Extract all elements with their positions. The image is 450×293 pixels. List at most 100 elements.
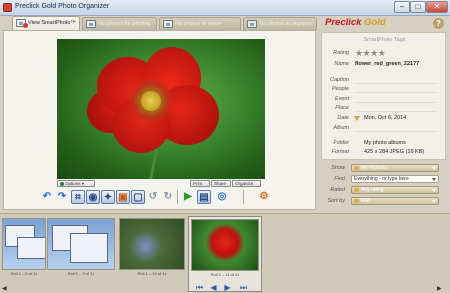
- sort-row: Sort by Roll: [321, 197, 446, 206]
- main-photo[interactable]: [57, 39, 265, 179]
- find-input[interactable]: Everything - or type here: [351, 175, 439, 183]
- rating-row: Rating ★★★★: [322, 49, 447, 58]
- thumbnail[interactable]: Roll 1 – 8 of 11: [2, 218, 46, 278]
- filter-panel: Show My Pictures Find Everything - or ty…: [321, 164, 446, 210]
- folder-value: My photo albums: [364, 140, 406, 146]
- window-title: Preclick Gold Photo Organizer: [15, 3, 110, 10]
- brand-logo: Preclick Gold: [325, 17, 386, 28]
- scroll-right-icon[interactable]: ▶: [437, 286, 444, 293]
- flower-center: [129, 79, 173, 123]
- place-field[interactable]: [354, 111, 437, 112]
- thumbnail-caption: Roll 1 – 10 of 11: [137, 271, 167, 276]
- tab-label: No photos for printing: [98, 21, 151, 27]
- caption-label: Caption: [330, 77, 349, 83]
- settings-icon[interactable]: ⚙: [257, 190, 271, 204]
- frame-icon[interactable]: ▢: [131, 190, 145, 204]
- tab-label: View SmartPhoto™: [28, 20, 76, 26]
- tab-share[interactable]: No photos to share: [159, 17, 241, 30]
- album-label: Album: [333, 125, 349, 131]
- album-field[interactable]: [354, 131, 437, 132]
- people-field[interactable]: [354, 92, 437, 93]
- toolbar-divider: [177, 190, 178, 204]
- slideshow-icon[interactable]: ▤: [197, 190, 211, 204]
- thumbnail[interactable]: Roll 1 – 9 of 11: [47, 218, 115, 278]
- date-value[interactable]: Mon, Oct 6, 2014: [364, 114, 406, 123]
- format-value: 425 x 284 JPEG (16 KB): [364, 149, 425, 155]
- options-button[interactable]: Options ▾: [57, 180, 95, 187]
- flower-stem: [148, 149, 159, 179]
- next-photo-icon[interactable]: ▶: [223, 283, 232, 292]
- scroll-left-icon[interactable]: ◀: [2, 286, 9, 293]
- show-select[interactable]: My Pictures: [351, 164, 439, 172]
- show-label: Show: [331, 165, 345, 171]
- rated-row: Rated Any rating: [321, 186, 446, 195]
- folder-label: Folder: [333, 140, 349, 146]
- print-button[interactable]: Print: [190, 180, 210, 187]
- rotate-left-icon[interactable]: ↶: [40, 190, 54, 204]
- close-button[interactable]: ✕: [426, 1, 448, 13]
- thumbnail[interactable]: Roll 1 – 10 of 11: [119, 218, 185, 278]
- thumbnail-caption: Roll 1 – 9 of 11: [67, 271, 95, 276]
- last-photo-icon[interactable]: ⏭: [239, 283, 248, 292]
- photo-view-icon: [16, 19, 28, 28]
- thumbnail-caption: Roll 1 – 8 of 11: [10, 271, 38, 276]
- tab-label: No photos to share: [175, 21, 222, 27]
- play-icon[interactable]: ▶: [181, 190, 195, 204]
- red-eye-icon[interactable]: ◉: [86, 190, 100, 204]
- sort-label: Sort by: [327, 198, 345, 204]
- date-row: Date Mon, Oct 6, 2014: [322, 114, 447, 123]
- event-label: Event: [334, 96, 349, 102]
- redo-icon[interactable]: ↻: [161, 190, 175, 204]
- title-bar: Preclick Gold Photo Organizer – □ ✕: [0, 0, 450, 16]
- tab-organize[interactable]: No photos to organize: [243, 17, 317, 30]
- caption-field[interactable]: [354, 83, 437, 84]
- previous-photo-icon[interactable]: ◀: [209, 283, 218, 292]
- name-label: Name: [334, 61, 349, 67]
- photo-viewer: Options ▾ Print Share Organize: [3, 30, 316, 210]
- organize-button[interactable]: Organize: [232, 180, 261, 187]
- filmstrip: Roll 1 – 8 of 11 Roll 1 – 9 of 11 Roll 1…: [0, 213, 450, 293]
- undo-icon[interactable]: ↺: [146, 190, 160, 204]
- share-button[interactable]: Share: [211, 180, 231, 187]
- tab-printing[interactable]: No photos for printing: [82, 17, 157, 30]
- panel-title: SmartPhoto Tags: [363, 37, 406, 43]
- star-icon: [354, 188, 359, 192]
- people-row: People: [322, 85, 447, 94]
- maximize-button[interactable]: □: [410, 1, 426, 13]
- crop-icon[interactable]: ⌗: [71, 190, 85, 204]
- rotate-right-icon[interactable]: ↷: [55, 190, 69, 204]
- format-row: Format 425 x 284 JPEG (16 KB): [322, 148, 447, 157]
- tab-bar: View SmartPhoto™ No photos for printing …: [0, 16, 320, 30]
- minimize-button[interactable]: –: [394, 1, 410, 13]
- name-value[interactable]: flower_red_green_22177: [355, 60, 419, 69]
- color-icon[interactable]: ▣: [116, 190, 130, 204]
- show-row: Show My Pictures: [321, 164, 446, 173]
- first-photo-icon[interactable]: ⏮: [195, 283, 204, 292]
- date-label: Date: [337, 115, 349, 121]
- event-field[interactable]: [354, 102, 437, 103]
- folder-row: Folder My photo albums: [322, 139, 447, 148]
- tab-view-smartphoto[interactable]: View SmartPhoto™: [12, 16, 80, 30]
- thumbnail-image: [47, 218, 115, 270]
- caption-row: Caption: [322, 76, 447, 85]
- sort-select[interactable]: Roll: [351, 197, 439, 205]
- app-icon: [3, 3, 12, 12]
- thumbnail-caption: Roll 1 – 11 of 11: [210, 272, 240, 277]
- lens-icon[interactable]: ◎: [215, 190, 229, 204]
- dropdown-arrow-icon[interactable]: [354, 116, 360, 121]
- share-icon: [163, 20, 173, 28]
- organize-icon: [247, 20, 257, 28]
- format-label: Format: [331, 149, 349, 155]
- event-row: Event: [322, 95, 447, 104]
- album-row: Album: [322, 124, 447, 133]
- find-row: Find Everything - or type here: [321, 175, 446, 184]
- selected-thumbnail-frame[interactable]: Roll 1 – 11 of 11 ⏮ ◀ ▶ ⏭: [188, 216, 262, 292]
- rated-select[interactable]: Any rating: [351, 186, 439, 194]
- enhance-icon[interactable]: ✦: [101, 190, 115, 204]
- sort-icon: [354, 199, 359, 203]
- rating-stars[interactable]: ★★★★: [355, 49, 386, 58]
- help-icon[interactable]: ?: [433, 18, 444, 29]
- rated-label: Rated: [330, 187, 345, 193]
- thumbnail-image: [2, 218, 46, 270]
- printer-icon: [86, 20, 96, 28]
